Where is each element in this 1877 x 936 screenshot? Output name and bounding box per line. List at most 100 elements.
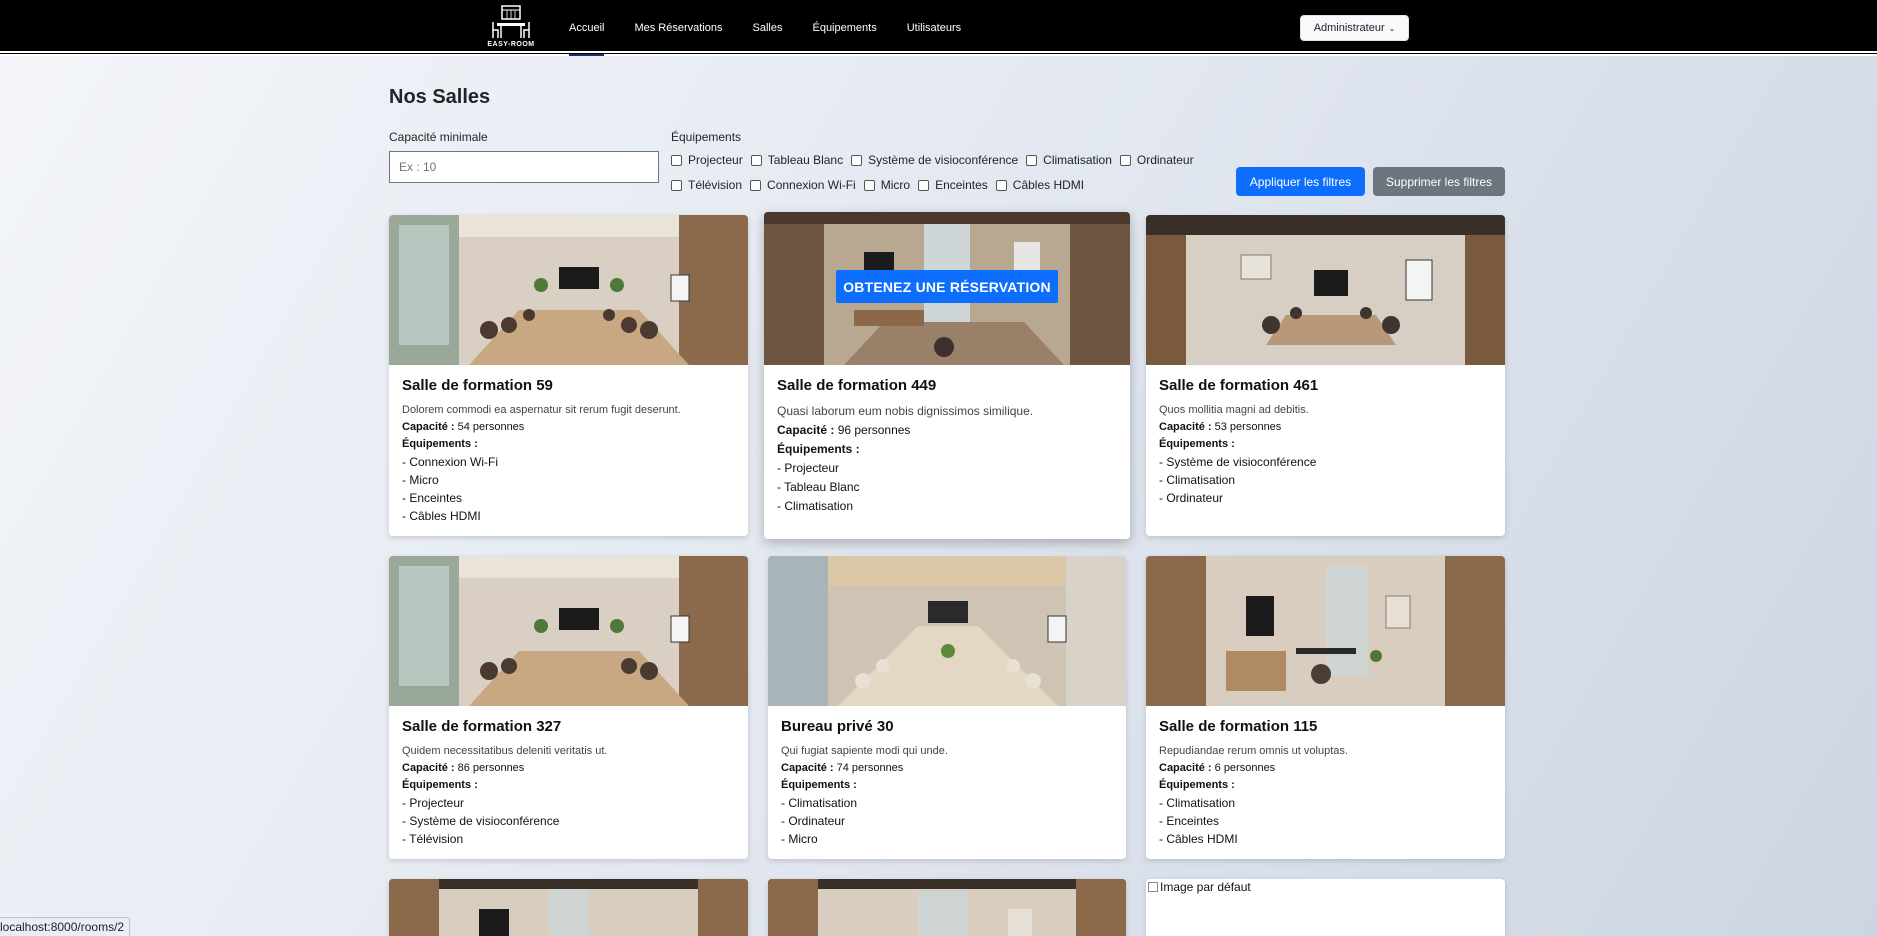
- room-card[interactable]: OBTENEZ UNE RÉSERVATION Salle de formati…: [764, 212, 1130, 539]
- equipment-item: - Enceintes: [1159, 814, 1220, 828]
- chevron-down-icon: ⌄: [1388, 23, 1396, 33]
- room-image: [1146, 556, 1505, 706]
- room-image: [1146, 215, 1505, 365]
- room-card-body: Salle de formation 327 Quidem necessitat…: [389, 706, 748, 856]
- equipment-item: - Câbles HDMI: [402, 509, 481, 523]
- equipment-option[interactable]: Climatisation: [1026, 153, 1112, 167]
- capacity-heading: Capacité :: [402, 762, 455, 774]
- room-capacity: Capacité : 6 personnes: [1159, 762, 1492, 774]
- checkbox[interactable]: [918, 179, 930, 191]
- room-image: OBTENEZ UNE RÉSERVATION: [764, 212, 1130, 365]
- capacity-value: 53 personnes: [1214, 421, 1282, 433]
- room-image: [768, 879, 1126, 936]
- checkbox[interactable]: [995, 179, 1007, 191]
- apply-filters-button[interactable]: Appliquer les filtres: [1236, 167, 1365, 196]
- room-name: Salle de formation 59: [402, 377, 553, 394]
- room-description: Repudiandae rerum omnis ut voluptas.: [1159, 745, 1348, 757]
- room-card[interactable]: [768, 879, 1126, 936]
- logo-icon: [492, 5, 530, 38]
- room-card[interactable]: Salle de formation 115 Repudiandae rerum…: [1146, 556, 1505, 859]
- navbar-divider: [0, 51, 1877, 53]
- equipment-option[interactable]: Câbles HDMI: [995, 178, 1085, 192]
- equipment-option[interactable]: Enceintes: [918, 178, 988, 192]
- nav-link-accueil[interactable]: Accueil: [569, 0, 605, 56]
- room-capacity: Capacité : 96 personnes: [777, 423, 1117, 437]
- equipment-option[interactable]: Système de visioconférence: [851, 153, 1018, 167]
- capacity-heading: Capacité :: [1159, 421, 1212, 433]
- equipment-heading: Équipements :: [781, 779, 857, 791]
- nav-link-mes-reservations[interactable]: Mes Réservations: [634, 0, 722, 56]
- room-image: [768, 556, 1126, 706]
- room-card[interactable]: Bureau privé 30 Qui fugiat sapiente modi…: [768, 556, 1126, 859]
- nav-link-salles[interactable]: Salles: [753, 0, 783, 56]
- nav-link-utilisateurs[interactable]: Utilisateurs: [907, 0, 961, 56]
- nav-link-equipements[interactable]: Équipements: [812, 0, 876, 56]
- room-card[interactable]: Image par défaut: [1146, 879, 1505, 936]
- equipment-option-label: Tableau Blanc: [767, 153, 844, 167]
- equipment-heading: Équipements :: [1159, 438, 1235, 450]
- equipment-item: - Connexion Wi-Fi: [402, 455, 499, 469]
- status-bar-url: localhost:8000/rooms/2: [0, 917, 131, 936]
- room-card[interactable]: Salle de formation 59 Dolorem commodi ea…: [389, 215, 748, 536]
- room-image: [389, 215, 748, 365]
- reserve-button[interactable]: OBTENEZ UNE RÉSERVATION: [836, 270, 1058, 303]
- room-description: Quos mollitia magni ad debitis.: [1159, 404, 1309, 416]
- logo[interactable]: EASY-ROOM: [486, 4, 536, 52]
- equipment-item: - Projecteur: [777, 461, 840, 475]
- capacity-input[interactable]: [389, 151, 659, 183]
- room-image: [389, 879, 748, 936]
- room-card-body: Salle de formation 59 Dolorem commodi ea…: [389, 365, 748, 533]
- capacity-heading: Capacité :: [781, 762, 834, 774]
- equipment-item: - Tableau Blanc: [777, 480, 860, 494]
- equipment-option-label: Ordinateur: [1136, 153, 1194, 167]
- checkbox[interactable]: [863, 179, 875, 191]
- checkbox[interactable]: [671, 154, 682, 166]
- equipment-heading: Équipements :: [1159, 779, 1235, 791]
- equipment-item: - Câbles HDMI: [1159, 832, 1238, 846]
- capacity-value: 54 personnes: [457, 421, 525, 433]
- equipment-item: - Enceintes: [402, 491, 463, 505]
- checkbox[interactable]: [750, 179, 762, 191]
- room-capacity: Capacité : 86 personnes: [402, 762, 735, 774]
- checkbox[interactable]: [1026, 154, 1038, 166]
- capacity-value: 74 personnes: [836, 762, 904, 774]
- equipment-heading: Équipements :: [402, 438, 478, 450]
- equipment-heading: Équipements :: [402, 779, 478, 791]
- room-capacity: Capacité : 54 personnes: [402, 421, 735, 433]
- clear-filters-button[interactable]: Supprimer les filtres: [1373, 167, 1505, 196]
- room-name: Bureau privé 30: [781, 718, 894, 735]
- equipment-option[interactable]: Connexion Wi-Fi: [750, 178, 856, 192]
- page-title: Nos Salles: [389, 86, 491, 108]
- room-description: Qui fugiat sapiente modi qui unde.: [781, 745, 948, 757]
- capacity-value: 6 personnes: [1214, 762, 1276, 774]
- equipment-option-label: Câbles HDMI: [1012, 178, 1085, 192]
- room-description: Quidem necessitatibus deleniti veritatis…: [402, 745, 608, 757]
- nav-links: Accueil Mes Réservations Salles Équipeme…: [569, 0, 991, 56]
- equipment-option-label: Projecteur: [688, 153, 743, 167]
- equipment-option[interactable]: Micro: [863, 178, 911, 192]
- equipment-item: - Climatisation: [781, 796, 858, 810]
- equipment-option-label: Micro: [880, 178, 911, 192]
- room-name: Salle de formation 449: [777, 377, 937, 394]
- equipment-item: - Climatisation: [1159, 473, 1236, 487]
- default-image-alt-text: Image par défaut: [1160, 880, 1251, 894]
- room-card-body: Bureau privé 30 Qui fugiat sapiente modi…: [768, 706, 1126, 856]
- navbar: EASY-ROOM Accueil Mes Réservations Salle…: [0, 0, 1877, 56]
- capacity-heading: Capacité :: [402, 421, 455, 433]
- checkbox[interactable]: [1119, 154, 1131, 166]
- equipment-option[interactable]: Ordinateur: [1119, 153, 1194, 167]
- room-capacity: Capacité : 53 personnes: [1159, 421, 1492, 433]
- room-card[interactable]: [389, 879, 748, 936]
- room-image: [389, 556, 748, 706]
- equipment-option[interactable]: Télévision: [671, 178, 742, 192]
- checkbox[interactable]: [750, 154, 762, 166]
- room-card[interactable]: Salle de formation 327 Quidem necessitat…: [389, 556, 748, 859]
- equipment-option[interactable]: Projecteur: [671, 153, 743, 167]
- checkbox[interactable]: [671, 179, 682, 191]
- capacity-label: Capacité minimale: [389, 130, 488, 144]
- room-card-body: Salle de formation 461 Quos mollitia mag…: [1146, 365, 1505, 515]
- checkbox[interactable]: [851, 154, 863, 166]
- equipment-option[interactable]: Tableau Blanc: [750, 153, 844, 167]
- admin-dropdown-button[interactable]: Administrateur ⌄: [1300, 15, 1409, 41]
- room-card[interactable]: Salle de formation 461 Quos mollitia mag…: [1146, 215, 1505, 536]
